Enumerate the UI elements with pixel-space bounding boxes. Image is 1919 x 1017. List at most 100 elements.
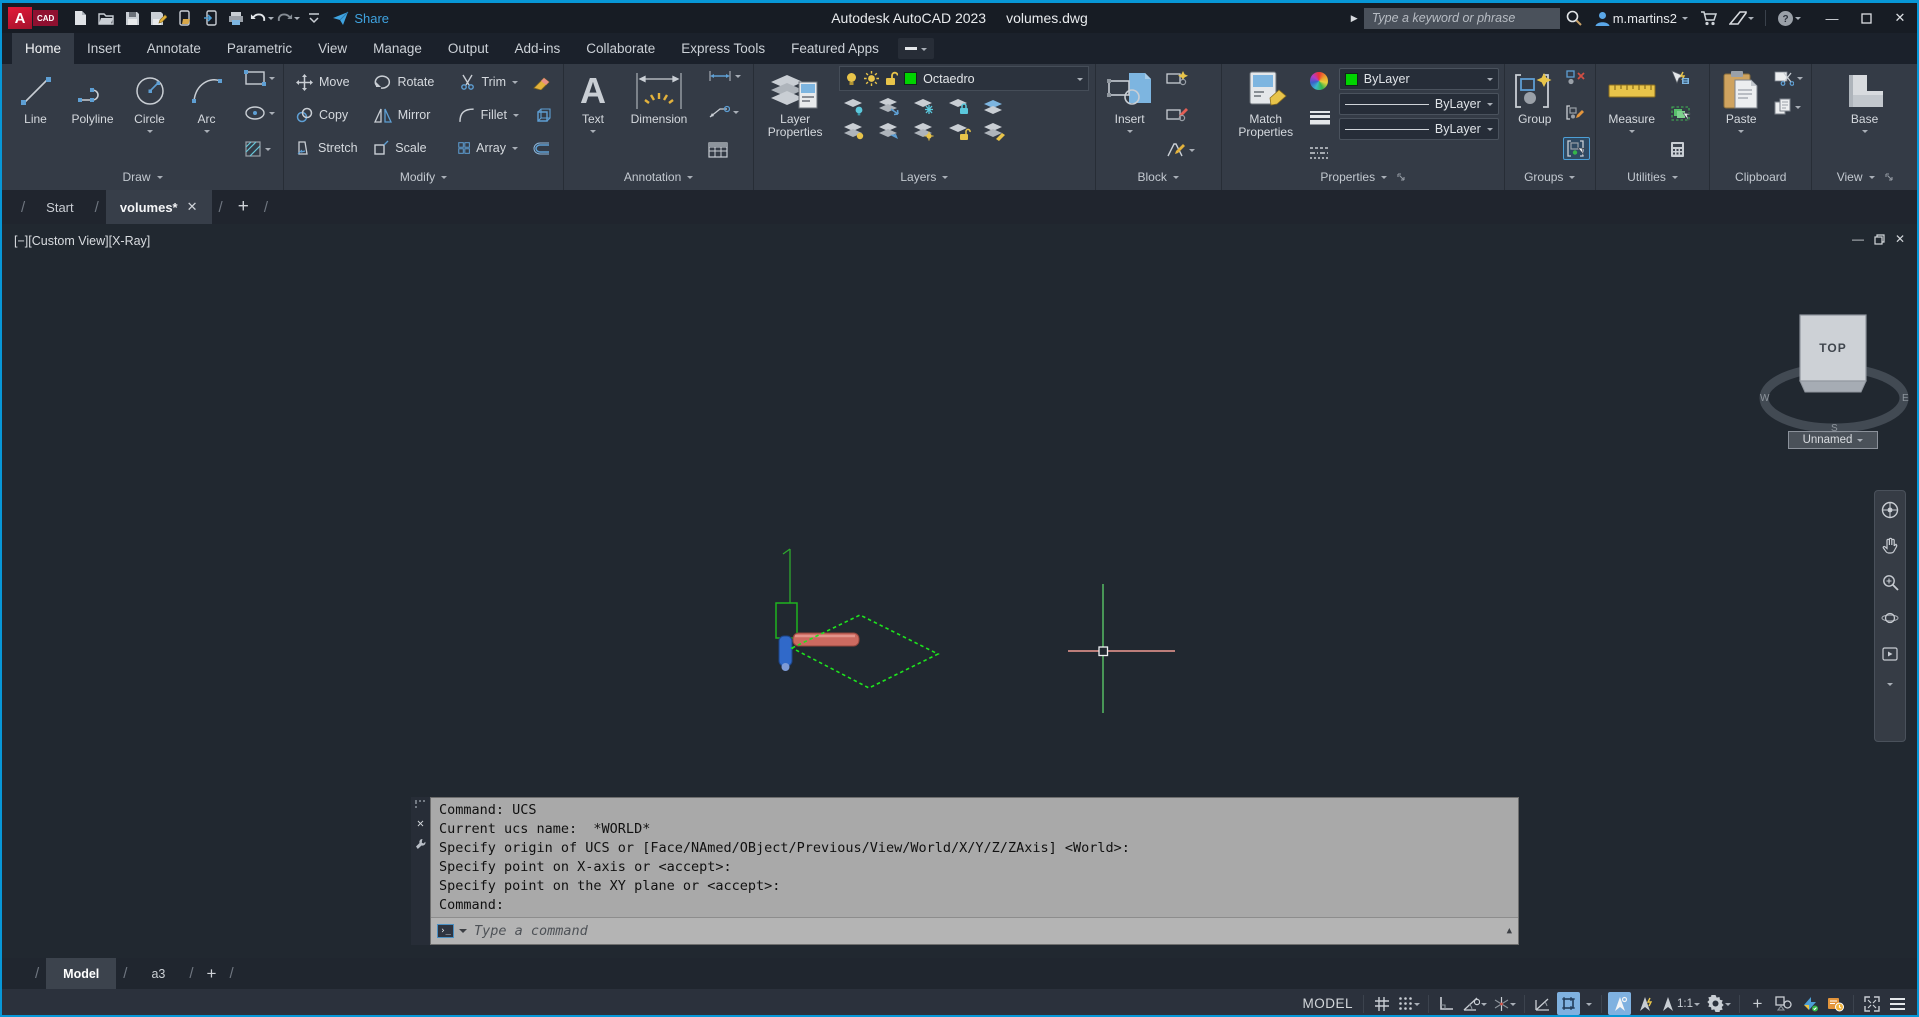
pan-button[interactable] (1877, 531, 1903, 561)
quick-calc-select-button[interactable] (1667, 103, 1694, 124)
panel-label-utilities[interactable]: Utilities (1596, 164, 1709, 190)
plot-button[interactable] (224, 6, 248, 30)
chevron-down-icon[interactable] (265, 148, 271, 154)
insert-block-button[interactable]: Insert (1101, 66, 1159, 136)
new-layout-button[interactable]: + (201, 958, 223, 989)
ellipse-button[interactable] (241, 103, 278, 123)
tab-express-tools[interactable]: Express Tools (668, 33, 778, 64)
chevron-down-icon[interactable] (1481, 1002, 1487, 1009)
linetype-select[interactable]: ByLayer (1338, 118, 1499, 140)
layer-thaw-all-icon[interactable] (912, 121, 936, 141)
zoom-button[interactable] (1877, 567, 1903, 597)
close-tab-icon[interactable]: ✕ (187, 199, 198, 215)
group-selection-toggle[interactable] (1562, 137, 1590, 160)
tab-collaborate[interactable]: Collaborate (573, 33, 668, 64)
edit-block-button[interactable] (1163, 104, 1198, 124)
workspace-switching-button[interactable] (1705, 992, 1733, 1015)
account-button[interactable]: m.martins2 (1588, 3, 1694, 33)
navbar-menu-button[interactable] (1877, 675, 1903, 693)
chevron-down-icon[interactable] (1628, 130, 1635, 136)
array-button[interactable]: Array (451, 137, 525, 159)
erase-button[interactable] (525, 72, 558, 93)
line-button[interactable]: Line (7, 66, 64, 126)
model-space-indicator[interactable]: MODEL (1302, 996, 1353, 1011)
tab-annotate[interactable]: Annotate (134, 33, 214, 64)
save-to-mobile-button[interactable] (172, 6, 196, 30)
hardware-acceleration-button[interactable] (1824, 992, 1847, 1015)
panel-label-clipboard[interactable]: Clipboard (1710, 164, 1811, 190)
dimension-button[interactable]: Dimension (617, 66, 701, 126)
chevron-down-icon[interactable] (1682, 17, 1688, 23)
table-button[interactable] (705, 140, 744, 160)
chevron-down-icon[interactable] (269, 112, 275, 118)
polyline-button[interactable]: Polyline (64, 66, 121, 126)
tab-view[interactable]: View (305, 33, 360, 64)
panel-label-properties[interactable]: Properties (1222, 164, 1504, 190)
paste-button[interactable]: Paste (1715, 66, 1767, 136)
new-file-button[interactable] (68, 6, 92, 30)
tab-home[interactable]: Home (12, 33, 75, 64)
tab-parametric[interactable]: Parametric (214, 33, 305, 64)
layer-freeze-icon[interactable] (912, 96, 936, 116)
ungroup-button[interactable] (1563, 68, 1590, 87)
layer-change-icon[interactable] (982, 121, 1006, 141)
snap-mode-button[interactable] (1396, 992, 1422, 1015)
hatch-button[interactable] (241, 138, 278, 160)
chevron-down-icon[interactable] (1861, 130, 1868, 136)
orbit-button[interactable] (1877, 603, 1903, 633)
chevron-down-icon[interactable] (1795, 17, 1801, 23)
explode-button[interactable] (526, 104, 558, 127)
redo-button[interactable] (276, 6, 301, 30)
layer-properties-button[interactable]: Layer Properties (759, 66, 831, 139)
chevron-down-icon[interactable] (269, 77, 275, 83)
chevron-down-icon[interactable] (512, 147, 518, 153)
file-tab-start[interactable]: Start (32, 190, 87, 224)
move-button[interactable]: Move (289, 71, 367, 94)
object-snap-tracking-button[interactable] (1531, 992, 1554, 1015)
fillet-button[interactable]: Fillet (452, 105, 526, 126)
object-snap-button[interactable] (1557, 992, 1580, 1015)
open-from-mobile-button[interactable] (198, 6, 222, 30)
panel-label-draw[interactable]: Draw (2, 164, 283, 190)
tab-add-ins[interactable]: Add-ins (501, 33, 573, 64)
chevron-down-icon[interactable] (513, 114, 519, 120)
layer-selector[interactable]: Octaedro (839, 66, 1090, 91)
ribbon-display-toggle[interactable] (897, 38, 934, 59)
search-button[interactable] (1560, 3, 1588, 33)
chevron-down-icon[interactable] (1126, 130, 1133, 136)
isolate-objects-button[interactable] (1772, 992, 1795, 1015)
isometric-drafting-button[interactable] (1492, 992, 1518, 1015)
chevron-down-icon[interactable] (1795, 105, 1802, 112)
graphics-performance-button[interactable] (1798, 992, 1821, 1015)
save-button[interactable] (120, 6, 144, 30)
search-collapse-icon[interactable]: ▶ (1351, 13, 1358, 24)
ortho-mode-button[interactable] (1435, 992, 1458, 1015)
text-button[interactable]: A Text (569, 66, 617, 136)
clean-screen-button[interactable] (1860, 992, 1883, 1015)
command-window-grip[interactable]: ✕ (411, 797, 430, 945)
chevron-down-icon[interactable] (735, 75, 741, 81)
quick-calculator-button[interactable] (1667, 139, 1694, 160)
help-button[interactable]: ? (1771, 3, 1807, 33)
stretch-button[interactable]: Stretch (289, 137, 366, 159)
chevron-down-icon[interactable] (1188, 149, 1195, 155)
quick-select-button[interactable] (1667, 68, 1694, 87)
steering-wheel-button[interactable] (1877, 495, 1903, 525)
chevron-down-icon[interactable] (1414, 1002, 1420, 1009)
open-file-button[interactable] (94, 6, 118, 30)
layer-isolate-icon[interactable] (842, 96, 866, 116)
model-tab[interactable]: Model (46, 958, 117, 989)
new-drawing-button[interactable]: + (230, 190, 257, 224)
cut-button[interactable] (1771, 68, 1806, 88)
panel-label-annotation[interactable]: Annotation (564, 164, 753, 190)
offset-button[interactable] (525, 139, 558, 158)
circle-button[interactable]: Circle (121, 66, 178, 136)
tab-featured-apps[interactable]: Featured Apps (778, 33, 892, 64)
chevron-down-icon[interactable] (1738, 130, 1745, 136)
chevron-down-icon[interactable] (1797, 77, 1804, 83)
command-history[interactable]: Command: UCS Current ucs name: *WORLD* S… (431, 798, 1518, 917)
recent-commands-icon[interactable] (459, 929, 467, 937)
measure-button[interactable]: Measure (1601, 66, 1663, 136)
edit-attributes-button[interactable] (1163, 140, 1198, 160)
app-store-button[interactable] (1694, 3, 1723, 33)
